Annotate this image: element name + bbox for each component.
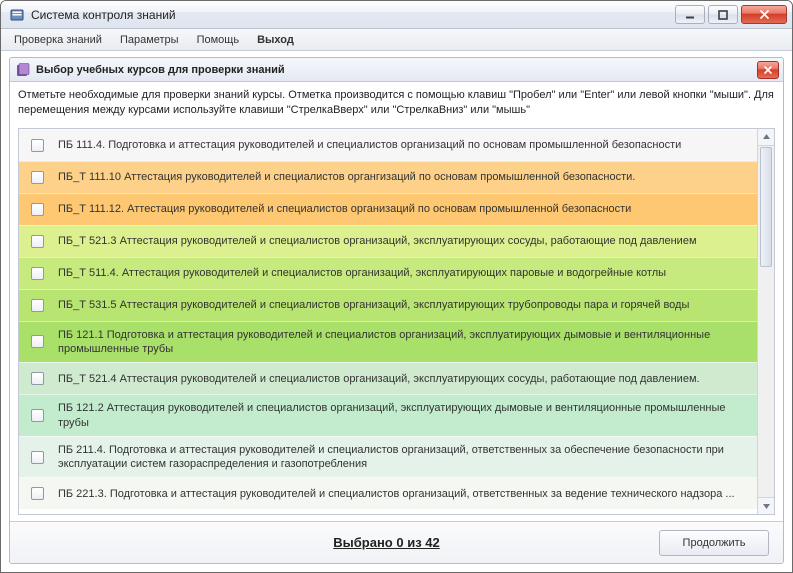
course-label: ПБ 211.4. Подготовка и аттестация руково… <box>58 443 749 472</box>
panel-title: Выбор учебных курсов для проверки знаний <box>36 64 285 76</box>
content-area: Выбор учебных курсов для проверки знаний… <box>1 51 792 572</box>
course-checkbox[interactable] <box>31 451 44 464</box>
course-label: ПБ 111.4. Подготовка и аттестация руково… <box>58 138 749 152</box>
course-label: ПБ_Т 511.4. Аттестация руководителей и с… <box>58 266 749 280</box>
scroll-up-button[interactable] <box>758 129 774 146</box>
course-select-panel: Выбор учебных курсов для проверки знаний… <box>9 57 784 564</box>
course-label: ПБ_Т 111.10 Аттестация руководителей и с… <box>58 170 749 184</box>
course-label: ПБ_Т 521.3 Аттестация руководителей и сп… <box>58 234 749 248</box>
course-checkbox[interactable] <box>31 235 44 248</box>
window-buttons <box>675 5 787 24</box>
scroll-thumb[interactable] <box>760 147 772 267</box>
list-item[interactable]: ПБ_Т 531.5 Аттестация руководителей и сп… <box>19 289 757 321</box>
course-checkbox[interactable] <box>31 299 44 312</box>
instructions-text: Отметьте необходимые для проверки знаний… <box>10 82 783 128</box>
list-item[interactable]: ПБ_Т 511.4. Аттестация руководителей и с… <box>19 257 757 289</box>
app-icon <box>9 7 25 23</box>
course-checkbox[interactable] <box>31 487 44 500</box>
course-checkbox[interactable] <box>31 335 44 348</box>
panel-header: Выбор учебных курсов для проверки знаний <box>10 58 783 82</box>
list-item[interactable]: ПБ 121.2 Аттестация руководителей и спец… <box>19 394 757 436</box>
list-item[interactable]: ПБ_Т 111.10 Аттестация руководителей и с… <box>19 161 757 193</box>
course-list-container: ПБ 111.4. Подготовка и аттестация руково… <box>18 128 775 515</box>
menu-item-help[interactable]: Помощь <box>188 29 249 50</box>
menu-item-exit[interactable]: Выход <box>248 29 303 50</box>
course-label: ПБ_Т 111.12. Аттестация руководителей и … <box>58 202 749 216</box>
course-checkbox[interactable] <box>31 203 44 216</box>
scrollbar[interactable] <box>757 129 774 514</box>
panel-close-button[interactable] <box>757 61 779 79</box>
maximize-button[interactable] <box>708 5 738 24</box>
list-item[interactable]: ПБ_Т 521.4 Аттестация руководителей и сп… <box>19 362 757 394</box>
continue-button[interactable]: Продолжить <box>659 530 769 556</box>
course-checkbox[interactable] <box>31 372 44 385</box>
list-item[interactable]: ПБ_Т 111.12. Аттестация руководителей и … <box>19 193 757 225</box>
list-item[interactable]: ПБ_Т 521.3 Аттестация руководителей и сп… <box>19 225 757 257</box>
course-list[interactable]: ПБ 111.4. Подготовка и аттестация руково… <box>19 129 757 514</box>
course-checkbox[interactable] <box>31 171 44 184</box>
panel-icon <box>16 63 30 77</box>
selected-count-label: Выбрано 0 из 42 <box>24 535 659 550</box>
scroll-down-button[interactable] <box>758 497 774 514</box>
course-checkbox[interactable] <box>31 267 44 280</box>
list-item[interactable]: ПБ 111.4. Подготовка и аттестация руково… <box>19 129 757 161</box>
panel-footer: Выбрано 0 из 42 Продолжить <box>10 521 783 563</box>
course-label: ПБ_Т 521.4 Аттестация руководителей и сп… <box>58 372 749 386</box>
list-item[interactable]: ПБ 121.1 Подготовка и аттестация руковод… <box>19 321 757 363</box>
course-label: ПБ 221.3. Подготовка и аттестация руково… <box>58 487 749 501</box>
list-item[interactable]: ПБ 211.4. Подготовка и аттестация руково… <box>19 436 757 478</box>
course-label: ПБ 121.2 Аттестация руководителей и спец… <box>58 401 749 430</box>
titlebar: Система контроля знаний <box>1 1 792 29</box>
course-checkbox[interactable] <box>31 139 44 152</box>
menubar: Проверка знаний Параметры Помощь Выход <box>1 29 792 51</box>
window-title: Система контроля знаний <box>31 8 675 22</box>
menu-item-check[interactable]: Проверка знаний <box>5 29 111 50</box>
panel-body: Отметьте необходимые для проверки знаний… <box>10 82 783 563</box>
course-label: ПБ 121.1 Подготовка и аттестация руковод… <box>58 328 749 357</box>
menu-item-params[interactable]: Параметры <box>111 29 188 50</box>
list-item[interactable]: ПБ 221.3. Подготовка и аттестация руково… <box>19 477 757 509</box>
close-button[interactable] <box>741 5 787 24</box>
course-label: ПБ_Т 531.5 Аттестация руководителей и сп… <box>58 298 749 312</box>
minimize-button[interactable] <box>675 5 705 24</box>
course-checkbox[interactable] <box>31 409 44 422</box>
